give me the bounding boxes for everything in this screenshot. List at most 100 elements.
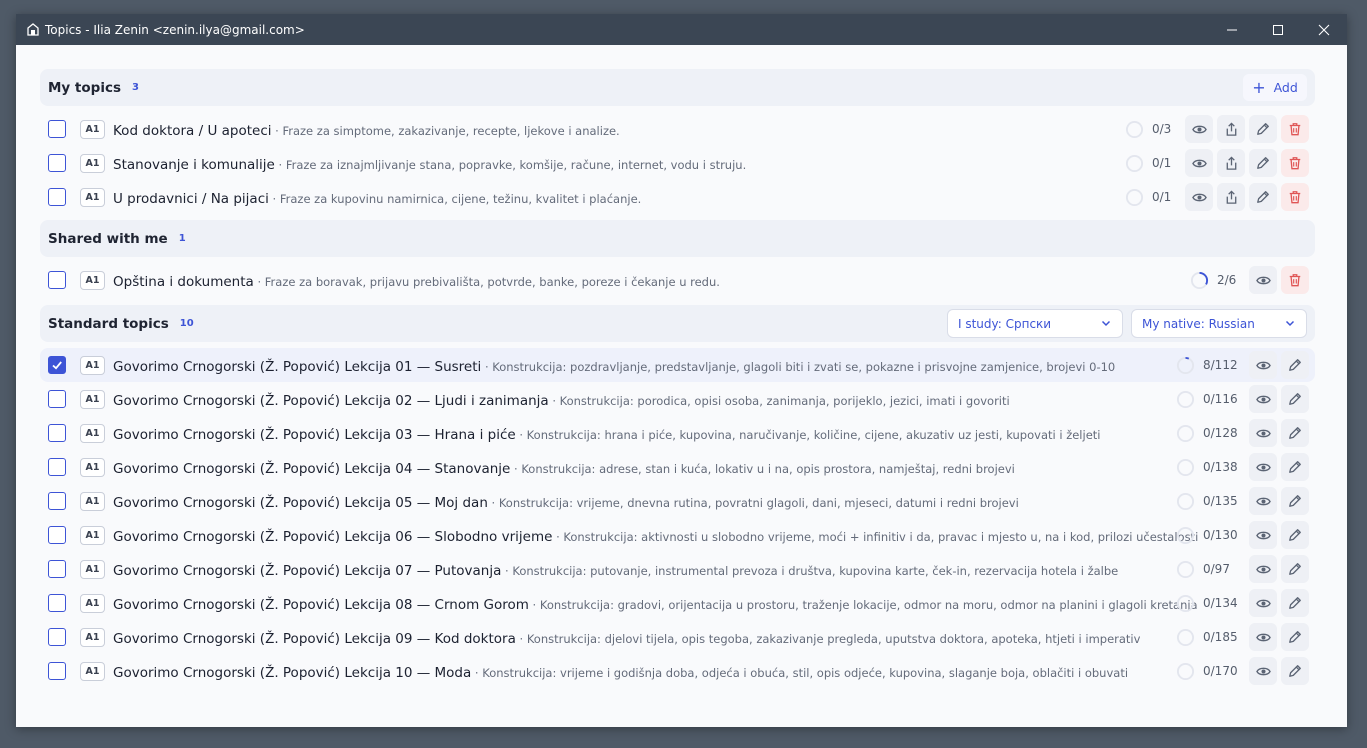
topic-row[interactable]: A1 Govorimo Crnogorski (Ž. Popović) Lekci… [40, 484, 1315, 518]
pencil-icon [1289, 427, 1301, 439]
edit-button[interactable] [1281, 487, 1309, 515]
topic-description: · Konstrukcija: vrijeme i godišnja doba,… [471, 665, 1129, 680]
topics-content: My topics 3 + Add A1 Kod doktora / U apot… [16, 45, 1347, 727]
topic-checkbox[interactable] [48, 662, 66, 680]
window-title: Topics - Ilia Zenin <zenin.ilya@gmail.co… [45, 22, 305, 37]
edit-button[interactable] [1281, 623, 1309, 651]
topic-row[interactable]: A1 Govorimo Crnogorski (Ž. Popović) Lekci… [40, 654, 1315, 688]
edit-button[interactable] [1281, 521, 1309, 549]
delete-button[interactable] [1281, 149, 1309, 177]
topic-text: Kod doktora / U apoteci · Fraze za simpt… [113, 120, 620, 139]
topics-window: Topics - Ilia Zenin <zenin.ilya@gmail.co… [16, 14, 1347, 727]
add-topic-button[interactable]: + Add [1243, 74, 1307, 101]
topic-checkbox[interactable] [48, 526, 66, 544]
topic-row[interactable]: A1 Govorimo Crnogorski (Ž. Popović) Lekci… [40, 518, 1315, 552]
view-button[interactable] [1249, 555, 1277, 583]
view-button[interactable] [1249, 351, 1277, 379]
trash-icon [1289, 191, 1301, 204]
standard-topics-header: Standard topics 10 I study: Српски My na… [40, 305, 1315, 342]
view-button[interactable] [1249, 487, 1277, 515]
close-button[interactable] [1301, 14, 1347, 45]
topic-row[interactable]: A1 Kod doktora / U apoteci · Fraze za sim… [40, 112, 1315, 146]
view-button[interactable] [1249, 385, 1277, 413]
topic-row[interactable]: A1 Govorimo Crnogorski (Ž. Popović) Lekci… [40, 552, 1315, 586]
title-bar[interactable]: Topics - Ilia Zenin <zenin.ilya@gmail.co… [16, 14, 1347, 45]
view-button[interactable] [1185, 183, 1213, 211]
progress-count: 0/138 [1203, 460, 1238, 474]
view-button[interactable] [1249, 419, 1277, 447]
topic-name[interactable]: Stanovanje i komunalije [113, 157, 275, 173]
edit-button[interactable] [1249, 183, 1277, 211]
delete-button[interactable] [1281, 183, 1309, 211]
topic-row[interactable]: A1 Govorimo Crnogorski (Ž. Popović) Lekci… [40, 382, 1315, 416]
maximize-button[interactable] [1255, 14, 1301, 45]
share-button[interactable] [1217, 115, 1245, 143]
topic-name[interactable]: Govorimo Crnogorski (Ž. Popović) Lekcija… [113, 427, 516, 443]
share-button[interactable] [1217, 149, 1245, 177]
study-language-select[interactable]: I study: Српски [947, 309, 1123, 338]
topic-row[interactable]: A1 Opština i dokumenta · Fraze za boravak… [40, 263, 1315, 297]
topic-row[interactable]: A1 Govorimo Crnogorski (Ž. Popović) Lekci… [40, 348, 1315, 382]
view-button[interactable] [1249, 453, 1277, 481]
topic-checkbox[interactable] [48, 154, 66, 172]
topic-checkbox[interactable] [48, 271, 66, 289]
topic-row[interactable]: A1 Govorimo Crnogorski (Ž. Popović) Lekci… [40, 586, 1315, 620]
topic-name[interactable]: Kod doktora / U apoteci [113, 123, 272, 139]
topic-row[interactable]: A1 Stanovanje i komunalije · Fraze za izn… [40, 146, 1315, 180]
shared-header: Shared with me 1 [40, 220, 1315, 257]
count-badge: 10 [179, 318, 194, 329]
eye-icon [1191, 125, 1207, 133]
share-button[interactable] [1217, 183, 1245, 211]
view-button[interactable] [1249, 657, 1277, 685]
edit-button[interactable] [1281, 419, 1309, 447]
minimize-button[interactable] [1209, 14, 1255, 45]
topic-name[interactable]: Govorimo Crnogorski (Ž. Popović) Lekcija… [113, 665, 471, 681]
edit-button[interactable] [1281, 657, 1309, 685]
edit-button[interactable] [1249, 115, 1277, 143]
topic-row[interactable]: A1 Govorimo Crnogorski (Ž. Popović) Lekci… [40, 620, 1315, 654]
view-button[interactable] [1185, 115, 1213, 143]
view-button[interactable] [1249, 589, 1277, 617]
topic-checkbox[interactable] [48, 628, 66, 646]
topic-description: · Konstrukcija: pozdravljanje, predstavl… [481, 359, 1116, 374]
topic-checkbox[interactable] [48, 560, 66, 578]
topic-name[interactable]: U prodavnici / Na pijaci [113, 191, 269, 207]
topic-name[interactable]: Govorimo Crnogorski (Ž. Popović) Lekcija… [113, 563, 501, 579]
edit-button[interactable] [1281, 555, 1309, 583]
edit-button[interactable] [1281, 589, 1309, 617]
topic-name[interactable]: Govorimo Crnogorski (Ž. Popović) Lekcija… [113, 529, 552, 545]
topic-row[interactable]: A1 Govorimo Crnogorski (Ž. Popović) Lekci… [40, 416, 1315, 450]
topic-row[interactable]: A1 Govorimo Crnogorski (Ž. Popović) Lekci… [40, 450, 1315, 484]
edit-button[interactable] [1281, 351, 1309, 379]
topic-name[interactable]: Govorimo Crnogorski (Ž. Popović) Lekcija… [113, 597, 529, 613]
edit-button[interactable] [1281, 385, 1309, 413]
edit-button[interactable] [1249, 149, 1277, 177]
topic-name[interactable]: Opština i dokumenta [113, 274, 254, 290]
topic-name[interactable]: Govorimo Crnogorski (Ž. Popović) Lekcija… [113, 631, 516, 647]
topic-name[interactable]: Govorimo Crnogorski (Ž. Popović) Lekcija… [113, 359, 481, 375]
topic-checkbox[interactable] [48, 594, 66, 612]
topic-text: Govorimo Crnogorski (Ž. Popović) Lekcija… [113, 356, 1115, 375]
topic-checkbox[interactable] [48, 458, 66, 476]
topic-progress: 8/112 [1176, 356, 1238, 375]
topic-checkbox[interactable] [48, 120, 66, 138]
edit-button[interactable] [1281, 453, 1309, 481]
delete-button[interactable] [1281, 115, 1309, 143]
view-button[interactable] [1249, 623, 1277, 651]
view-button[interactable] [1185, 149, 1213, 177]
topic-checkbox[interactable] [48, 492, 66, 510]
topic-name[interactable]: Govorimo Crnogorski (Ž. Popović) Lekcija… [113, 495, 488, 511]
topic-name[interactable]: Govorimo Crnogorski (Ž. Popović) Lekcija… [113, 461, 510, 477]
progress-ring-icon [1176, 662, 1195, 680]
topic-checkbox[interactable] [48, 424, 66, 442]
delete-button[interactable] [1281, 266, 1309, 294]
add-label: Add [1273, 80, 1298, 95]
native-language-select[interactable]: My native: Russian [1131, 309, 1307, 338]
view-button[interactable] [1249, 266, 1277, 294]
view-button[interactable] [1249, 521, 1277, 549]
topic-row[interactable]: A1 U prodavnici / Na pijaci · Fraze za ku… [40, 180, 1315, 214]
topic-checkbox[interactable] [48, 188, 66, 206]
topic-checkbox[interactable] [48, 390, 66, 408]
topic-name[interactable]: Govorimo Crnogorski (Ž. Popović) Lekcija… [113, 393, 549, 409]
topic-checkbox[interactable] [48, 356, 66, 374]
